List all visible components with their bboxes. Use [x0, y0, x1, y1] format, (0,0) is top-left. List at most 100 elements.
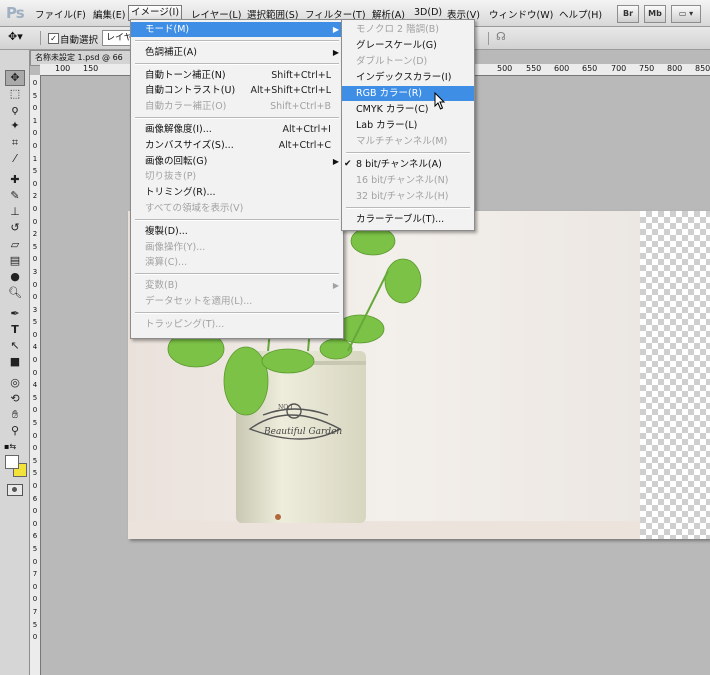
menu-item-label: 画像解像度(I)... [145, 124, 212, 135]
menu-item-label: RGB カラー(R) [356, 88, 423, 99]
auto-select-dropdown[interactable]: レイヤ [102, 30, 133, 46]
mode-submenu: モノクロ 2 階調(B) グレースケール(G) ダブルトーン(D) インデックスカラー… [341, 19, 475, 231]
submenu-arrow-icon: ▶ [332, 25, 339, 34]
checkmark-icon: ✔ [344, 159, 352, 169]
magic-wand-tool-icon[interactable]: ✦ [6, 119, 24, 133]
menu-item-label: 自動コントラスト(U) [145, 85, 236, 97]
ruler-label: 0 [32, 582, 38, 591]
ruler-label: 850 [695, 64, 710, 73]
menu-item-7: マルチチャンネル(M) [342, 134, 474, 149]
mouse-cursor-icon [434, 92, 446, 110]
menu-item-shortcut: Shift+Ctrl+L [271, 69, 331, 81]
menu-separator [135, 117, 339, 119]
menu-item-label: 画像の回転(G) [145, 155, 208, 167]
menu-item-2: ダブルトーン(D) [342, 54, 474, 69]
ruler-label: 150 [83, 64, 99, 73]
marquee-tool-icon[interactable]: ⬚ [6, 87, 24, 101]
ruler-label: 4 [32, 343, 38, 352]
pen-tool-icon[interactable]: ✒ [6, 307, 24, 321]
foreground-color-swatch[interactable] [5, 455, 19, 469]
menu-file[interactable]: ファイル(F) [35, 7, 86, 21]
ruler-label: 5 [32, 393, 38, 402]
eraser-tool-icon[interactable]: ▱ [6, 238, 24, 252]
menu-item-4[interactable]: 自動トーン補正(N) Shift+Ctrl+L [131, 68, 343, 83]
menu-item-12[interactable]: トリミング(R)... [131, 185, 343, 200]
gradient-tool-icon[interactable]: ▤ [6, 254, 24, 268]
menu-item-label: 画像操作(Y)... [145, 241, 206, 253]
3d-orbit-tool-icon[interactable]: ⟲ [6, 392, 24, 406]
menu-item-label: 切り抜き(P) [145, 171, 197, 183]
menu-separator [346, 207, 470, 209]
default-colors-icon[interactable]: ▪⇆ [4, 442, 16, 451]
menu-item-10[interactable]: 画像の回転(G) ▶ [131, 154, 343, 169]
menu-item-9[interactable]: カンバスサイズ(S)... Alt+Ctrl+C [131, 138, 343, 153]
ruler-label: 700 [611, 64, 627, 73]
menu-item-17: 演算(C)... [131, 255, 343, 270]
eyedropper-tool-icon[interactable]: ⁄ [6, 152, 24, 166]
ruler-label: 0 [32, 104, 38, 113]
type-tool-icon[interactable]: T [6, 323, 24, 337]
menu-item-label: インデックスカラー(I) [356, 72, 452, 83]
menu-item-6: 自動カラー補正(O) Shift+Ctrl+B [131, 99, 343, 114]
menu-item-label: グレースケール(G) [356, 40, 437, 51]
ruler-label: 0 [32, 482, 38, 490]
menu-item-11: 切り抜き(P) [131, 169, 343, 184]
menu-item-9[interactable]: ✔ 8 bit/チャンネル(A) [342, 157, 474, 172]
menu-item-label: 複製(D)... [145, 225, 188, 237]
menu-item-1[interactable]: グレースケール(G) [342, 38, 474, 53]
quick-mask-icon[interactable] [7, 484, 23, 496]
ruler-label: 2 [32, 230, 38, 239]
zoom-tool-icon[interactable]: ⚲ [6, 424, 24, 438]
photoshop-logo: Ps [6, 4, 25, 22]
3d-tool-icon[interactable]: ☊ [496, 30, 506, 43]
menu-item-0: モノクロ 2 階調(B) [342, 22, 474, 37]
ruler-label: 3 [32, 267, 38, 276]
menu-help[interactable]: ヘルプ(H) [559, 7, 602, 21]
menu-3d[interactable]: 3D(D) [414, 7, 442, 18]
options-divider [40, 31, 41, 45]
menu-item-4[interactable]: RGB カラー(R) [342, 86, 474, 101]
menu-item-13[interactable]: カラーテーブル(T)... [342, 212, 474, 227]
menu-item-2[interactable]: 色調補正(A) ▶ [131, 45, 343, 60]
3d-rotate-tool-icon[interactable]: ◎ [6, 376, 24, 390]
menu-item-6[interactable]: Lab カラー(L) [342, 118, 474, 133]
healing-brush-tool-icon[interactable]: ✚ [6, 173, 24, 187]
menu-item-15[interactable]: 複製(D)... [131, 224, 343, 239]
menu-item-11: 32 bit/チャンネル(H) [342, 189, 474, 204]
menu-item-8[interactable]: 画像解像度(I)... Alt+Ctrl+I [131, 122, 343, 137]
menu-separator [135, 311, 339, 314]
menu-item-0[interactable]: モード(M) ▶ [131, 22, 343, 37]
rectangle-tool-icon[interactable]: ■ [6, 355, 24, 369]
pot-badge-text: NO.1 [278, 404, 294, 411]
move-tool-preset-icon[interactable]: ✥▾ [8, 30, 23, 43]
menu-item-label: 演算(C)... [145, 257, 188, 269]
ruler-label: 5 [32, 456, 38, 465]
menu-separator [135, 39, 339, 42]
screen-mode-button[interactable]: ▭ ▾ [671, 5, 701, 23]
menu-edit[interactable]: 編集(E) [93, 7, 125, 21]
crop-tool-icon[interactable]: ⌗ [6, 136, 24, 150]
image-menu: モード(M) ▶ 色調補正(A) ▶ 自動トーン補正(N) Shift+Ctrl+L 自動コ… [130, 19, 344, 339]
blur-tool-icon[interactable]: ● [6, 270, 24, 284]
submenu-arrow-icon: ▶ [332, 281, 339, 291]
brush-tool-icon[interactable]: ✎ [6, 189, 24, 203]
auto-select-checkbox[interactable]: ✓ [48, 33, 59, 44]
menu-item-3[interactable]: インデックスカラー(I) [342, 70, 474, 85]
menu-item-5[interactable]: CMYK カラー(C) [342, 102, 474, 117]
vertical-ruler: 0 5 0 1 0 0 1 5 0 2 0 0 2 5 0 3 0 0 3 5 0 4 0 0 4 5 0 5 0 0 5 5 0 6 0 0 6 5 0 7… [30, 75, 41, 675]
ruler-label: 6 [32, 494, 38, 503]
stamp-tool-icon[interactable]: ⊥ [6, 205, 24, 219]
ruler-label: 0 [32, 633, 38, 642]
ruler-label: 0 [32, 595, 38, 604]
history-brush-tool-icon[interactable]: ↺ [6, 221, 24, 235]
move-tool-icon[interactable]: ✥ [5, 70, 25, 86]
dodge-tool-icon[interactable]: 🔍︎ [6, 286, 24, 300]
hand-tool-icon[interactable]: ✋︎ [6, 408, 24, 422]
bridge-button[interactable]: Br [617, 5, 639, 23]
menu-item-5[interactable]: 自動コントラスト(U) Alt+Shift+Ctrl+L [131, 83, 343, 98]
ruler-label: 7 [32, 570, 38, 579]
path-selection-tool-icon[interactable]: ↖ [6, 339, 24, 353]
lasso-tool-icon[interactable]: ϙ [6, 103, 24, 117]
menu-window[interactable]: ウィンドウ(W) [489, 7, 553, 21]
mini-bridge-button[interactable]: Mb [644, 5, 666, 23]
